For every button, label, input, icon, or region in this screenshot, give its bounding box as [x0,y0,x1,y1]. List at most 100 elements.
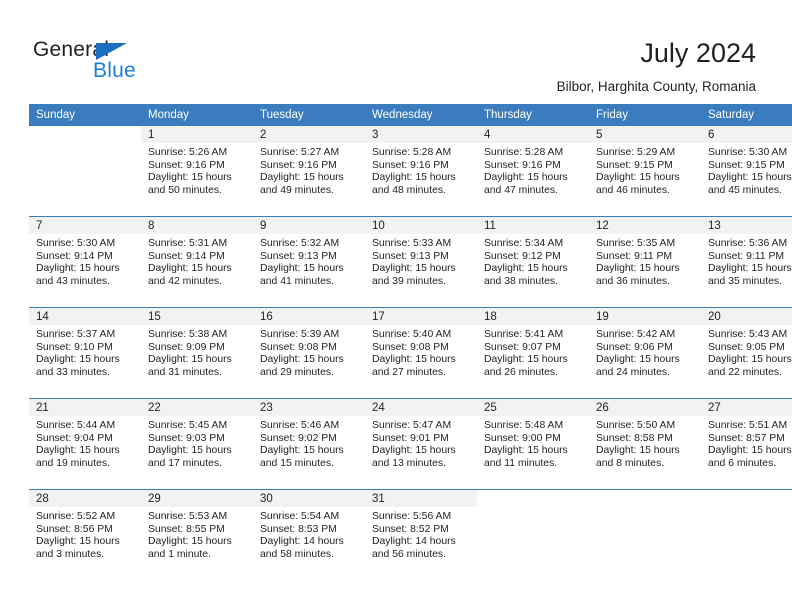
general-blue-logo[interactable]: General Blue [33,38,163,84]
day-cell-inner: 27 Sunrise: 5:51 AM Sunset: 8:57 PM Dayligh… [701,399,792,489]
calendar-day-cell[interactable]: 12 Sunrise: 5:35 AM Sunset: 9:11 PM Dayligh… [589,216,701,308]
daylight-text-line2: and 24 minutes. [596,366,670,378]
day-details: Sunrise: 5:34 AM Sunset: 9:12 PM Daylight:… [477,234,589,288]
calendar-day-cell[interactable]: 6 Sunrise: 5:30 AM Sunset: 9:15 PM Daylight… [701,126,792,217]
day-details: Sunrise: 5:53 AM Sunset: 8:55 PM Daylight:… [141,507,253,561]
sunset-text: Sunset: 8:55 PM [148,523,225,535]
calendar-day-cell[interactable]: 5 Sunrise: 5:29 AM Sunset: 9:15 PM Daylight… [589,126,701,217]
daylight-text-line1: Daylight: 15 hours [36,536,120,548]
daylight-text-line1: Daylight: 14 hours [372,536,456,548]
calendar-day-cell[interactable]: 16 Sunrise: 5:39 AM Sunset: 9:08 PM Dayligh… [253,307,365,399]
day-cell-inner: 29 Sunrise: 5:53 AM Sunset: 8:55 PM Dayligh… [141,490,253,580]
calendar-week-row: 7 Sunrise: 5:30 AM Sunset: 9:14 PM Daylight… [29,216,792,308]
daylight-text-line2: and 22 minutes. [708,366,782,378]
daylight-text-line1: Daylight: 15 hours [148,263,232,275]
calendar-day-cell[interactable]: 23 Sunrise: 5:46 AM Sunset: 9:02 PM Dayligh… [253,398,365,490]
daylight-text-line2: and 19 minutes. [36,457,110,469]
day-number: 17 [365,308,477,325]
calendar-day-cell[interactable]: 19 Sunrise: 5:42 AM Sunset: 9:06 PM Dayligh… [589,307,701,399]
calendar-day-cell[interactable]: 17 Sunrise: 5:40 AM Sunset: 9:08 PM Dayligh… [365,307,477,399]
daylight-text-line1: Daylight: 15 hours [148,172,232,184]
calendar-day-cell[interactable]: 30 Sunrise: 5:54 AM Sunset: 8:53 PM Dayligh… [253,489,365,580]
day-number: 26 [589,399,701,416]
calendar-day-cell[interactable]: 9 Sunrise: 5:32 AM Sunset: 9:13 PM Daylight… [253,216,365,308]
calendar-day-cell[interactable]: 20 Sunrise: 5:43 AM Sunset: 9:05 PM Dayligh… [701,307,792,399]
weekday-header-friday: Friday [589,104,701,126]
calendar-day-cell[interactable]: 4 Sunrise: 5:28 AM Sunset: 9:16 PM Daylight… [477,126,589,217]
calendar-day-cell[interactable]: 18 Sunrise: 5:41 AM Sunset: 9:07 PM Dayligh… [477,307,589,399]
sunset-text: Sunset: 8:52 PM [372,523,449,535]
sunset-text: Sunset: 9:01 PM [372,432,449,444]
day-cell-inner: 18 Sunrise: 5:41 AM Sunset: 9:07 PM Dayligh… [477,308,589,398]
day-details: Sunrise: 5:29 AM Sunset: 9:15 PM Daylight:… [589,143,701,197]
sunrise-text: Sunrise: 5:35 AM [596,238,676,249]
sunset-text: Sunset: 9:09 PM [148,341,225,353]
logo-text-blue: Blue [93,59,136,82]
calendar-day-cell[interactable]: 15 Sunrise: 5:38 AM Sunset: 9:09 PM Dayligh… [141,307,253,399]
day-number: 25 [477,399,589,416]
day-number: 29 [141,490,253,507]
sunrise-text: Sunrise: 5:30 AM [708,147,788,158]
day-cell-inner: 30 Sunrise: 5:54 AM Sunset: 8:53 PM Dayligh… [253,490,365,580]
calendar-day-cell[interactable]: 7 Sunrise: 5:30 AM Sunset: 9:14 PM Daylight… [29,216,141,308]
day-number [589,490,701,507]
day-number: 18 [477,308,589,325]
daylight-text-line2: and 35 minutes. [708,275,782,287]
sunrise-text: Sunrise: 5:26 AM [148,147,228,158]
day-details: Sunrise: 5:28 AM Sunset: 9:16 PM Daylight:… [477,143,589,197]
day-number: 6 [701,126,792,143]
day-details: Sunrise: 5:38 AM Sunset: 9:09 PM Daylight:… [141,325,253,379]
day-number: 14 [29,308,141,325]
daylight-text-line2: and 13 minutes. [372,457,446,469]
weekday-header-thursday: Thursday [477,104,589,126]
sunrise-text: Sunrise: 5:39 AM [260,329,340,340]
calendar-day-cell[interactable]: 11 Sunrise: 5:34 AM Sunset: 9:12 PM Dayligh… [477,216,589,308]
calendar-day-cell[interactable]: 10 Sunrise: 5:33 AM Sunset: 9:13 PM Dayligh… [365,216,477,308]
calendar-day-cell[interactable]: 14 Sunrise: 5:37 AM Sunset: 9:10 PM Dayligh… [29,307,141,399]
day-number: 27 [701,399,792,416]
day-cell-inner: 5 Sunrise: 5:29 AM Sunset: 9:15 PM Daylight… [589,126,701,216]
day-details: Sunrise: 5:41 AM Sunset: 9:07 PM Daylight:… [477,325,589,379]
calendar-day-cell[interactable]: 24 Sunrise: 5:47 AM Sunset: 9:01 PM Dayligh… [365,398,477,490]
daylight-text-line1: Daylight: 15 hours [484,445,568,457]
day-cell-inner: 11 Sunrise: 5:34 AM Sunset: 9:12 PM Dayligh… [477,217,589,307]
daylight-text-line2: and 46 minutes. [596,184,670,196]
sunset-text: Sunset: 9:13 PM [260,250,337,262]
calendar-day-cell[interactable]: 2 Sunrise: 5:27 AM Sunset: 9:16 PM Daylight… [253,126,365,217]
sunrise-text: Sunrise: 5:52 AM [36,511,116,522]
daylight-text-line1: Daylight: 15 hours [596,263,680,275]
calendar-day-cell[interactable]: 27 Sunrise: 5:51 AM Sunset: 8:57 PM Dayligh… [701,398,792,490]
day-details: Sunrise: 5:51 AM Sunset: 8:57 PM Daylight:… [701,416,792,470]
sunset-text: Sunset: 9:10 PM [36,341,113,353]
daylight-text-line2: and 56 minutes. [372,548,446,560]
sunrise-text: Sunrise: 5:46 AM [260,420,340,431]
calendar-day-cell[interactable]: 1 Sunrise: 5:26 AM Sunset: 9:16 PM Daylight… [141,126,253,217]
calendar-day-cell[interactable]: 29 Sunrise: 5:53 AM Sunset: 8:55 PM Dayligh… [141,489,253,580]
daylight-text-line2: and 48 minutes. [372,184,446,196]
calendar-day-cell[interactable]: 8 Sunrise: 5:31 AM Sunset: 9:14 PM Daylight… [141,216,253,308]
daylight-text-line1: Daylight: 15 hours [260,263,344,275]
day-cell-inner: 8 Sunrise: 5:31 AM Sunset: 9:14 PM Daylight… [141,217,253,307]
day-number: 2 [253,126,365,143]
calendar-day-cell[interactable]: 31 Sunrise: 5:56 AM Sunset: 8:52 PM Dayligh… [365,489,477,580]
day-number: 21 [29,399,141,416]
day-number: 30 [253,490,365,507]
sunset-text: Sunset: 9:13 PM [372,250,449,262]
daylight-text-line2: and 29 minutes. [260,366,334,378]
daylight-text-line1: Daylight: 15 hours [484,263,568,275]
day-cell-inner: 31 Sunrise: 5:56 AM Sunset: 8:52 PM Dayligh… [365,490,477,580]
day-number: 20 [701,308,792,325]
calendar-day-cell[interactable]: 25 Sunrise: 5:48 AM Sunset: 9:00 PM Dayligh… [477,398,589,490]
sunrise-text: Sunrise: 5:29 AM [596,147,676,158]
daylight-text-line1: Daylight: 15 hours [372,263,456,275]
calendar-day-cell[interactable]: 21 Sunrise: 5:44 AM Sunset: 9:04 PM Dayligh… [29,398,141,490]
sunrise-text: Sunrise: 5:27 AM [260,147,340,158]
calendar-day-cell[interactable]: 26 Sunrise: 5:50 AM Sunset: 8:58 PM Dayligh… [589,398,701,490]
day-cell-inner: 10 Sunrise: 5:33 AM Sunset: 9:13 PM Dayligh… [365,217,477,307]
day-cell-inner [589,490,701,580]
calendar-day-cell[interactable]: 28 Sunrise: 5:52 AM Sunset: 8:56 PM Dayligh… [29,489,141,580]
calendar-day-cell[interactable]: 22 Sunrise: 5:45 AM Sunset: 9:03 PM Dayligh… [141,398,253,490]
calendar-day-cell[interactable]: 3 Sunrise: 5:28 AM Sunset: 9:16 PM Daylight… [365,126,477,217]
daylight-text-line1: Daylight: 15 hours [260,354,344,366]
calendar-day-cell[interactable]: 13 Sunrise: 5:36 AM Sunset: 9:11 PM Dayligh… [701,216,792,308]
